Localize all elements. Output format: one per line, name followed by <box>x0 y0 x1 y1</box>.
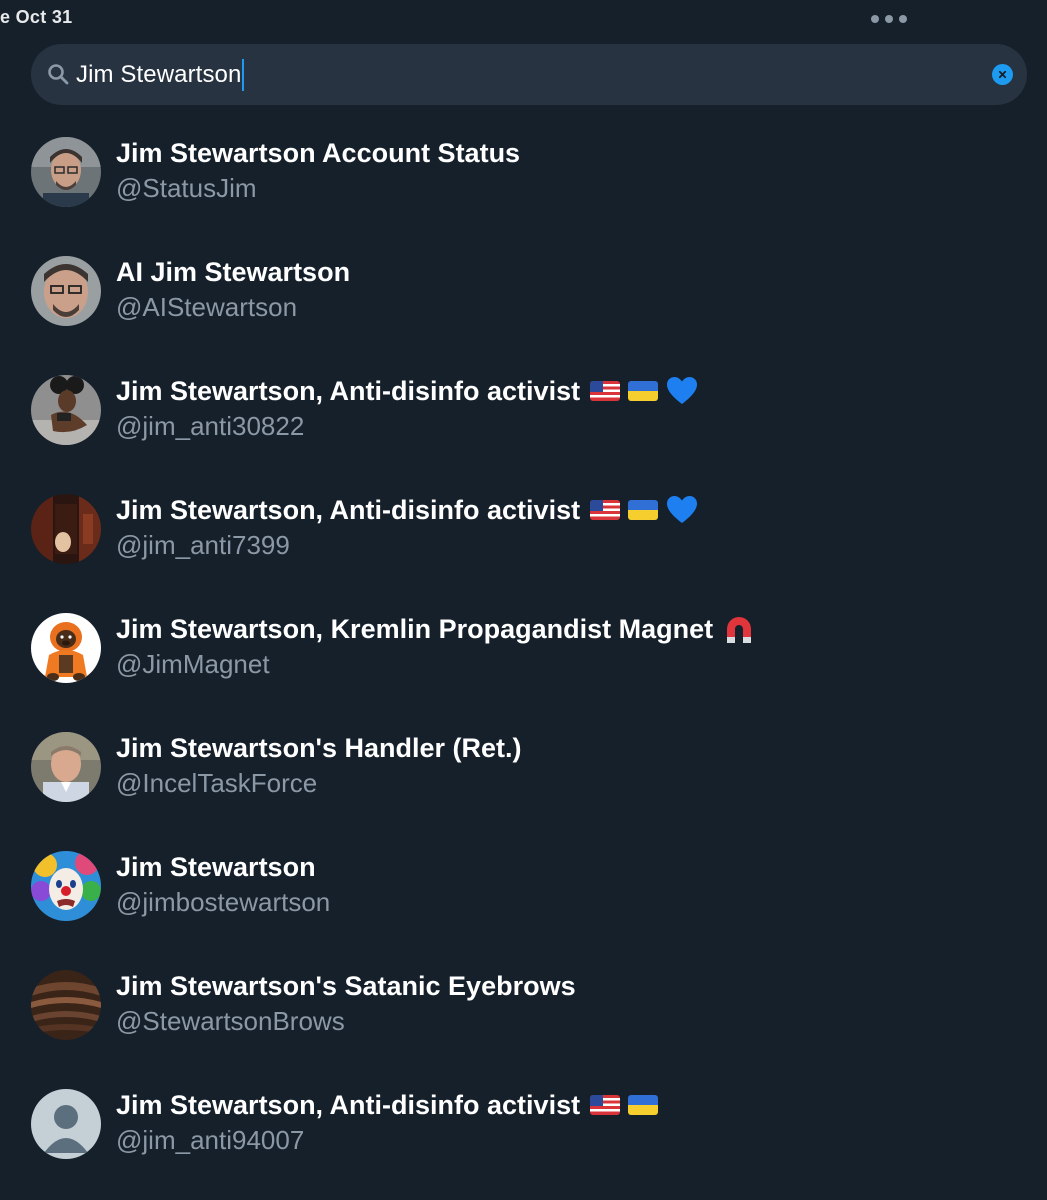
result-name: Jim Stewartson Account Status <box>116 137 521 168</box>
clear-search-button[interactable] <box>992 64 1013 85</box>
search-results-list: Jim Stewartson Account Status @StatusJim… <box>0 113 1047 1184</box>
search-result-row[interactable]: Jim Stewartson, Anti-disinfo activist @j… <box>0 470 1047 589</box>
avatar[interactable] <box>31 137 101 207</box>
search-result-row[interactable]: Jim Stewartson Account Status @StatusJim <box>0 113 1047 232</box>
avatar[interactable] <box>31 851 101 921</box>
result-name: AI Jim Stewartson <box>116 256 351 287</box>
us-flag-icon <box>590 1095 621 1115</box>
more-dots-icon[interactable] <box>871 14 907 24</box>
result-name: Jim Stewartson's Handler (Ret.) <box>116 732 522 763</box>
search-icon <box>47 63 69 85</box>
default-avatar-icon[interactable] <box>31 1089 101 1159</box>
magnet-icon <box>723 613 755 645</box>
result-handle: @AIStewartson <box>116 292 298 322</box>
result-handle: @jim_anti94007 <box>116 1125 305 1155</box>
result-handle: @StewartsonBrows <box>116 1006 345 1036</box>
result-name: Jim Stewartson, Anti-disinfo activist <box>116 1089 659 1121</box>
text-caret <box>242 58 245 91</box>
search-query-text: Jim Stewartson <box>76 60 242 88</box>
avatar[interactable] <box>31 613 101 683</box>
search-result-row[interactable]: Jim Stewartson, Kremlin Propagandist Mag… <box>0 589 1047 708</box>
status-date: e Oct 31 <box>0 7 73 27</box>
ukraine-flag-icon <box>628 381 659 401</box>
result-name: Jim Stewartson's Satanic Eyebrows <box>116 970 576 1001</box>
avatar[interactable] <box>31 256 101 326</box>
ukraine-flag-icon <box>628 500 659 520</box>
search-result-row[interactable]: AI Jim Stewartson @AIStewartson <box>0 232 1047 351</box>
search-result-row[interactable]: Jim Stewartson, Anti-disinfo activist @j… <box>0 351 1047 470</box>
search-input[interactable]: Jim Stewartson <box>76 44 245 105</box>
result-handle: @JimMagnet <box>116 649 270 679</box>
avatar[interactable] <box>31 970 101 1040</box>
result-name: Jim Stewartson, Kremlin Propagandist Mag… <box>116 613 755 645</box>
search-result-row[interactable]: Jim Stewartson's Handler (Ret.) @IncelTa… <box>0 708 1047 827</box>
result-name: Jim Stewartson <box>116 851 316 882</box>
avatar[interactable] <box>31 375 101 445</box>
blue-heart-icon <box>666 376 698 406</box>
search-bar[interactable]: Jim Stewartson <box>31 44 1027 105</box>
avatar[interactable] <box>31 494 101 564</box>
ukraine-flag-icon <box>628 1095 659 1115</box>
search-result-row[interactable]: Jim Stewartson @jimbostewartson <box>0 827 1047 946</box>
result-handle: @jimbostewartson <box>116 887 331 917</box>
result-name: Jim Stewartson, Anti-disinfo activist <box>116 494 698 526</box>
search-result-row[interactable]: Jim Stewartson, Anti-disinfo activist @j… <box>0 1065 1047 1184</box>
search-screen: e Oct 31 Jim Stewartson Jim Stewartson A… <box>0 0 1047 1200</box>
us-flag-icon <box>590 381 621 401</box>
result-handle: @jim_anti30822 <box>116 411 305 441</box>
us-flag-icon <box>590 500 621 520</box>
clear-icon <box>998 66 1007 84</box>
blue-heart-icon <box>666 495 698 525</box>
result-handle: @StatusJim <box>116 173 257 203</box>
result-handle: @jim_anti7399 <box>116 530 290 560</box>
result-name: Jim Stewartson, Anti-disinfo activist <box>116 375 698 407</box>
result-handle: @IncelTaskForce <box>116 768 318 798</box>
avatar[interactable] <box>31 732 101 802</box>
search-result-row[interactable]: Jim Stewartson's Satanic Eyebrows @Stewa… <box>0 946 1047 1065</box>
